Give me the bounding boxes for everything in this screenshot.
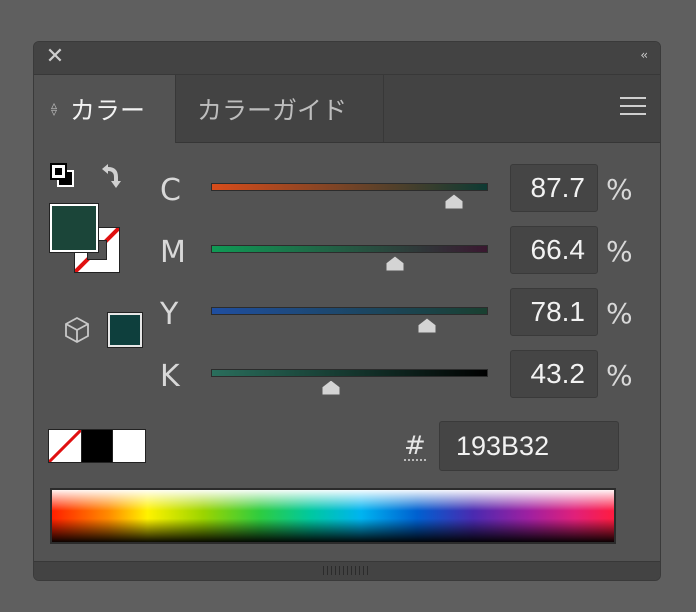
slider-thumb[interactable]: [444, 194, 464, 210]
slider-track[interactable]: [211, 245, 488, 253]
color-panel: ✕ ‹‹ ▵ ▿ カラー カラーガイド C 87.7 % M 66.4 % Y …: [33, 41, 661, 581]
none-slash-icon: [49, 430, 81, 462]
panel-content: C 87.7% M 66.4% Y 78.1% K 43.2% # 193B32: [34, 143, 660, 563]
slider-row-c: C 87.7%: [34, 164, 660, 217]
channel-label: C: [160, 173, 181, 208]
hex-input[interactable]: 193B32: [439, 421, 619, 471]
tab-color[interactable]: ▵ ▿ カラー: [34, 75, 176, 143]
tab-color-guide[interactable]: カラーガイド: [177, 75, 384, 142]
none-swatch[interactable]: [49, 430, 81, 462]
tab-bar: ▵ ▿ カラー カラーガイド: [34, 75, 660, 143]
panel-footer: [34, 561, 660, 580]
panel-menu-icon[interactable]: [620, 97, 646, 117]
percent-label: %: [606, 235, 633, 268]
collapse-panel-button[interactable]: ‹‹: [640, 48, 647, 62]
quick-swatches: [48, 429, 146, 463]
value-input[interactable]: 87.7: [510, 164, 598, 212]
close-icon[interactable]: ✕: [44, 46, 66, 68]
slider-thumb[interactable]: [321, 380, 341, 396]
slider-row-m: M 66.4%: [34, 226, 660, 279]
channel-label: K: [160, 359, 180, 394]
slider-row-k: K 43.2%: [34, 350, 660, 403]
tab-color-label: カラー: [70, 96, 146, 125]
channel-label: M: [160, 235, 186, 270]
percent-label: %: [606, 297, 633, 330]
tab-color-guide-label: カラーガイド: [197, 95, 348, 125]
spectrum-lightness: [52, 490, 614, 542]
color-spectrum[interactable]: [50, 488, 616, 544]
black-swatch[interactable]: [81, 430, 113, 462]
up-down-arrows-icon[interactable]: ▵ ▿: [44, 99, 64, 118]
resize-grip[interactable]: [323, 566, 371, 575]
percent-label: %: [606, 173, 633, 206]
slider-thumb[interactable]: [417, 318, 437, 334]
slider-track[interactable]: [211, 307, 488, 315]
slider-row-y: Y 78.1%: [34, 288, 660, 341]
slider-thumb[interactable]: [385, 256, 405, 272]
hex-label: #: [404, 431, 426, 461]
value-input[interactable]: 66.4: [510, 226, 598, 274]
panel-titlebar: ✕ ‹‹: [34, 42, 660, 75]
slider-track[interactable]: [211, 183, 488, 191]
percent-label: %: [606, 359, 633, 392]
value-input[interactable]: 78.1: [510, 288, 598, 336]
white-swatch[interactable]: [113, 430, 145, 462]
slider-track[interactable]: [211, 369, 488, 377]
value-input[interactable]: 43.2: [510, 350, 598, 398]
channel-label: Y: [160, 297, 179, 332]
